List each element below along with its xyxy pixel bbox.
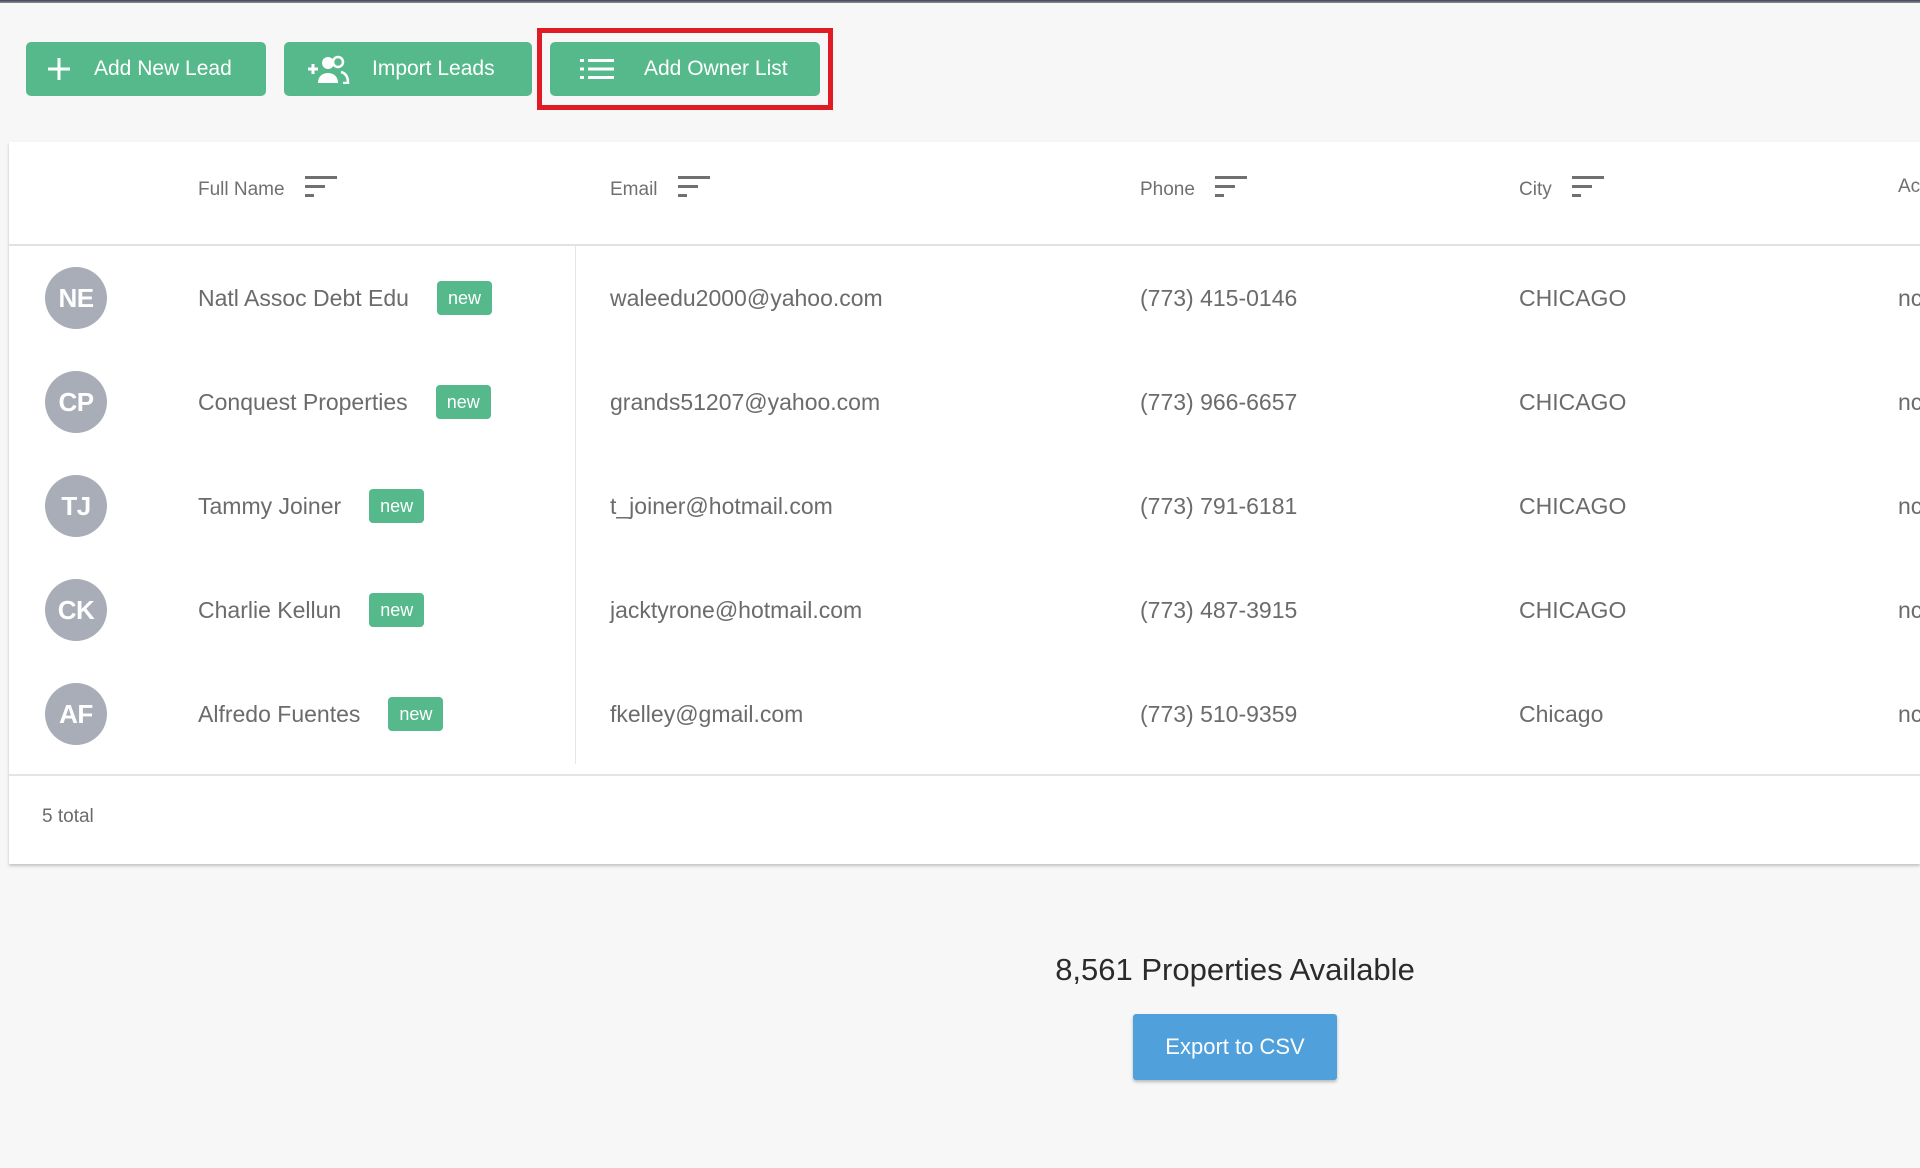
column-label: Full Name — [198, 179, 285, 200]
properties-available-text: 8,561 Properties Available — [1055, 952, 1415, 987]
status-badge: new — [369, 593, 425, 627]
email-cell: t_joiner@hotmail.com — [610, 492, 833, 519]
email-cell: waleedu2000@yahoo.com — [610, 284, 883, 311]
email-cell: fkelley@gmail.com — [610, 700, 804, 727]
column-label: Phone — [1140, 179, 1195, 200]
sort-icon[interactable] — [677, 176, 710, 204]
column-header-phone[interactable]: Phone — [1140, 176, 1247, 204]
lead-name: Natl Assoc Debt Edu — [198, 284, 409, 311]
column-label: City — [1519, 179, 1552, 200]
address-cell: nc — [1898, 492, 1920, 519]
address-cell: nc — [1898, 700, 1920, 727]
city-cell: CHICAGO — [1519, 388, 1627, 415]
lead-name: Tammy Joiner — [198, 492, 342, 519]
sort-icon[interactable] — [1214, 176, 1247, 204]
column-header-address[interactable]: Ac — [1898, 176, 1920, 198]
add-owner-list-label: Add Owner List — [644, 57, 788, 80]
column-header-city[interactable]: City — [1519, 176, 1604, 204]
add-new-lead-label: Add New Lead — [94, 57, 232, 80]
phone-cell: (773) 791-6181 — [1140, 492, 1298, 519]
import-leads-label: Import Leads — [372, 57, 495, 80]
status-badge: new — [388, 697, 444, 731]
table-row[interactable]: CK Charlie Kellun new jacktyrone@hotmail… — [9, 558, 1920, 662]
window-top-border — [0, 0, 1920, 3]
lead-name: Charlie Kellun — [198, 596, 342, 623]
full-name-cell: Conquest Properties new — [198, 350, 491, 454]
plus-icon — [44, 56, 74, 82]
add-group-icon — [306, 54, 350, 84]
table-row[interactable]: AF Alfredo Fuentes new fkelley@gmail.com… — [9, 662, 1920, 766]
status-badge: new — [369, 489, 425, 523]
city-cell: CHICAGO — [1519, 492, 1627, 519]
city-cell: CHICAGO — [1519, 284, 1627, 311]
city-cell: Chicago — [1519, 700, 1604, 727]
address-cell: nc — [1898, 596, 1920, 623]
avatar: CK — [45, 579, 107, 641]
avatar: TJ — [45, 475, 107, 537]
column-header-full-name[interactable]: Full Name — [198, 176, 337, 204]
lead-name: Alfredo Fuentes — [198, 700, 361, 727]
address-cell: nc — [1898, 388, 1920, 415]
full-name-cell: Charlie Kellun new — [198, 558, 425, 662]
status-badge: new — [436, 281, 492, 315]
avatar: AF — [45, 683, 107, 745]
column-label: Email — [610, 179, 658, 200]
table-header: Full Name Email Phone City Ac — [9, 142, 1920, 246]
city-cell: CHICAGO — [1519, 596, 1627, 623]
phone-cell: (773) 510-9359 — [1140, 700, 1298, 727]
add-new-lead-button[interactable]: Add New Lead — [26, 42, 266, 96]
add-owner-list-button[interactable]: Add Owner List — [550, 42, 820, 96]
address-cell: nc — [1898, 284, 1920, 311]
avatar: CP — [45, 371, 107, 433]
sort-icon[interactable] — [304, 176, 337, 204]
full-name-cell: Tammy Joiner new — [198, 454, 425, 558]
avatar: NE — [45, 267, 107, 329]
table-row[interactable]: NE Natl Assoc Debt Edu new waleedu2000@y… — [9, 246, 1920, 350]
table-row[interactable]: CP Conquest Properties new grands51207@y… — [9, 350, 1920, 454]
column-label: Ac — [1898, 176, 1920, 197]
leads-table: Full Name Email Phone City Ac NE Natl As… — [9, 142, 1920, 864]
sort-icon[interactable] — [1571, 176, 1604, 204]
list-icon — [580, 57, 614, 81]
total-count: 5 total — [42, 806, 94, 827]
phone-cell: (773) 415-0146 — [1140, 284, 1298, 311]
status-badge: new — [435, 385, 491, 419]
phone-cell: (773) 966-6657 — [1140, 388, 1298, 415]
email-cell: grands51207@yahoo.com — [610, 388, 881, 415]
column-header-email[interactable]: Email — [610, 176, 710, 204]
table-row[interactable]: TJ Tammy Joiner new t_joiner@hotmail.com… — [9, 454, 1920, 558]
table-footer: 5 total — [9, 774, 1920, 864]
full-name-cell: Alfredo Fuentes new — [198, 662, 444, 766]
email-cell: jacktyrone@hotmail.com — [610, 596, 863, 623]
full-name-cell: Natl Assoc Debt Edu new — [198, 246, 492, 350]
phone-cell: (773) 487-3915 — [1140, 596, 1298, 623]
lead-name: Conquest Properties — [198, 388, 408, 415]
export-csv-button[interactable]: Export to CSV — [1133, 1014, 1337, 1080]
import-leads-button[interactable]: Import Leads — [284, 42, 532, 96]
